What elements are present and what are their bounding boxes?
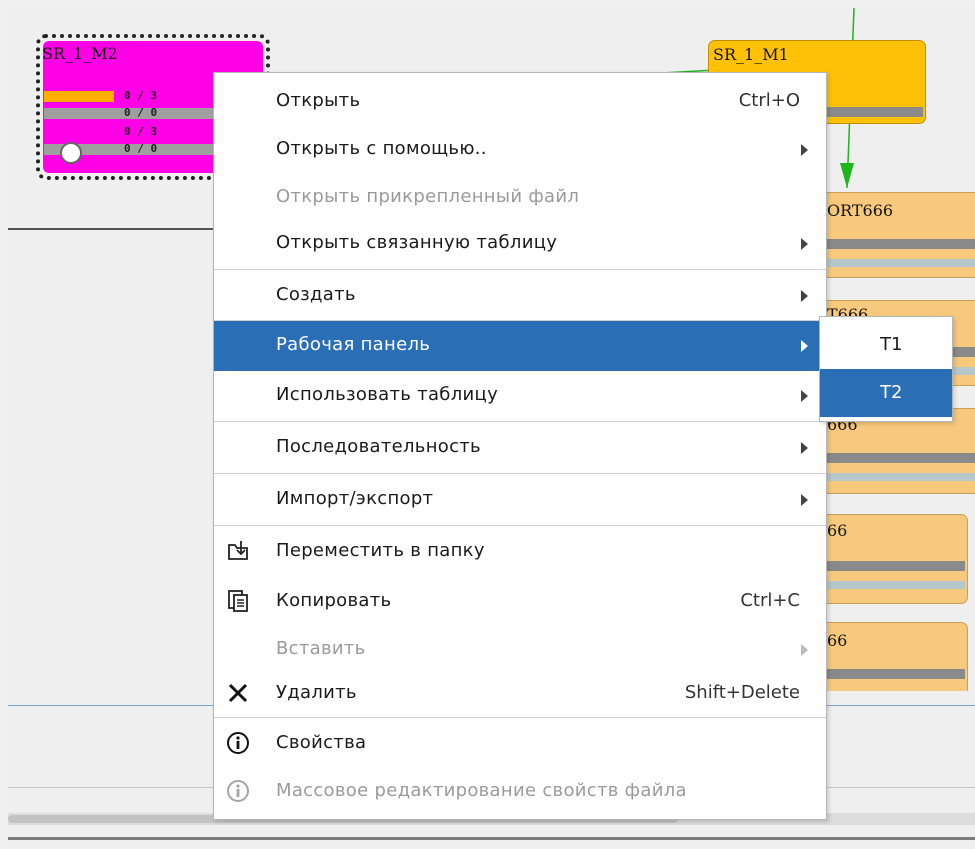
progress-row: 0 / 3	[44, 89, 219, 103]
node-handle-icon[interactable]	[60, 142, 82, 164]
submenu-arrow-icon	[801, 644, 808, 656]
menu-item-label: Последовательность	[276, 436, 481, 457]
menu-item-shortcut: Ctrl+O	[738, 90, 800, 111]
menu-item-open-with[interactable]: Открыть с помощью..	[214, 125, 826, 175]
menu-item-label: Импорт/экспорт	[276, 488, 434, 509]
menu-separator	[214, 473, 826, 474]
submenu-arrow-icon	[801, 340, 808, 352]
node-bar	[827, 669, 965, 679]
menu-item-label: Рабочая панель	[276, 334, 431, 355]
menu-item-label: Массовое редактирование свойств файла	[276, 780, 687, 801]
menu-item-label: Свойства	[276, 732, 367, 753]
divider	[8, 837, 975, 840]
node-bar	[827, 561, 965, 571]
menu-item-create[interactable]: Создать	[214, 271, 826, 321]
submenu-arrow-icon	[801, 442, 808, 454]
submenu-arrow-icon	[801, 290, 808, 302]
menu-separator	[214, 525, 826, 526]
context-menu: Открыть Ctrl+O Открыть с помощью.. Откры…	[213, 72, 827, 820]
menu-separator	[214, 421, 826, 422]
menu-item-import-export[interactable]: Импорт/экспорт	[214, 475, 826, 525]
menu-item-label: Открыть связанную таблицу	[276, 232, 558, 253]
menu-item-shortcut: Ctrl+C	[740, 590, 800, 611]
node-label: 66	[827, 631, 848, 650]
node-bar	[827, 239, 975, 249]
copy-icon	[228, 590, 248, 612]
progress-row: 0 / 3	[44, 125, 219, 139]
submenu-item-t2[interactable]: T2	[820, 369, 952, 417]
menu-item-label: Копировать	[276, 590, 392, 611]
lane-divider	[8, 228, 218, 230]
menu-item-copy[interactable]: Копировать Ctrl+C	[214, 577, 826, 627]
menu-separator	[214, 717, 826, 718]
menu-item-shortcut: Shift+Delete	[684, 682, 800, 703]
submenu-arrow-icon	[801, 494, 808, 506]
submenu-item-label: T1	[880, 334, 903, 355]
menu-item-label: Создать	[276, 284, 356, 305]
progress-value: 0 / 0	[124, 106, 158, 119]
node-bar	[827, 473, 975, 481]
submenu-item-t1[interactable]: T1	[820, 321, 952, 369]
node-label: SR_1_M1	[713, 45, 789, 64]
submenu-arrow-icon	[801, 390, 808, 402]
node-port666[interactable]: ORT666	[820, 192, 975, 278]
progress-value: 0 / 0	[124, 142, 158, 155]
connector-arrowhead	[840, 163, 854, 188]
menu-item-label: Переместить в папку	[276, 540, 485, 561]
menu-item-move-to-folder[interactable]: Переместить в папку	[214, 527, 826, 577]
menu-separator	[214, 269, 826, 270]
node-bar	[827, 259, 975, 267]
info-icon	[227, 780, 249, 802]
menu-item-bulk-edit-properties[interactable]: Массовое редактирование свойств файла	[214, 767, 826, 817]
menu-item-label: Открыть с помощью..	[276, 138, 487, 159]
info-icon	[227, 732, 249, 754]
menu-item-label: Использовать таблицу	[276, 384, 499, 405]
node-label: 66	[827, 521, 848, 540]
menu-item-label: Удалить	[276, 682, 357, 703]
menu-item-open[interactable]: Открыть Ctrl+O	[214, 77, 826, 127]
progress-value: 0 / 3	[124, 89, 158, 102]
menu-item-label: Открыть прикрепленный файл	[276, 186, 580, 207]
menu-item-paste[interactable]: Вставить	[214, 625, 826, 675]
progress-value: 0 / 3	[124, 125, 158, 138]
submenu-arrow-icon	[801, 144, 808, 156]
node-label: ORT666	[827, 201, 894, 220]
node-bar	[819, 107, 923, 117]
node-bar	[827, 581, 965, 589]
menu-item-use-table[interactable]: Использовать таблицу	[214, 371, 826, 421]
node-bar	[827, 453, 975, 463]
submenu-item-label: T2	[880, 382, 903, 403]
progress-fill	[44, 91, 114, 102]
menu-item-workpanel[interactable]: Рабочая панель	[214, 321, 826, 371]
close-icon	[228, 683, 248, 703]
submenu-arrow-icon	[801, 238, 808, 250]
move-to-folder-icon	[228, 541, 248, 560]
progress-row: 0 / 0	[44, 106, 219, 120]
node-66[interactable]: 66	[820, 514, 968, 604]
menu-item-open-attached-file[interactable]: Открыть прикрепленный файл	[214, 173, 826, 223]
node-label: SR_1_M2	[42, 44, 118, 63]
workpanel-submenu: T1 T2	[819, 316, 953, 422]
menu-item-label: Открыть	[276, 90, 361, 111]
menu-item-open-linked-table[interactable]: Открыть связанную таблицу	[214, 219, 826, 269]
menu-item-sequence[interactable]: Последовательность	[214, 423, 826, 473]
menu-item-properties[interactable]: Свойства	[214, 719, 826, 769]
menu-item-delete[interactable]: Удалить Shift+Delete	[214, 669, 826, 719]
menu-item-label: Вставить	[276, 638, 366, 659]
